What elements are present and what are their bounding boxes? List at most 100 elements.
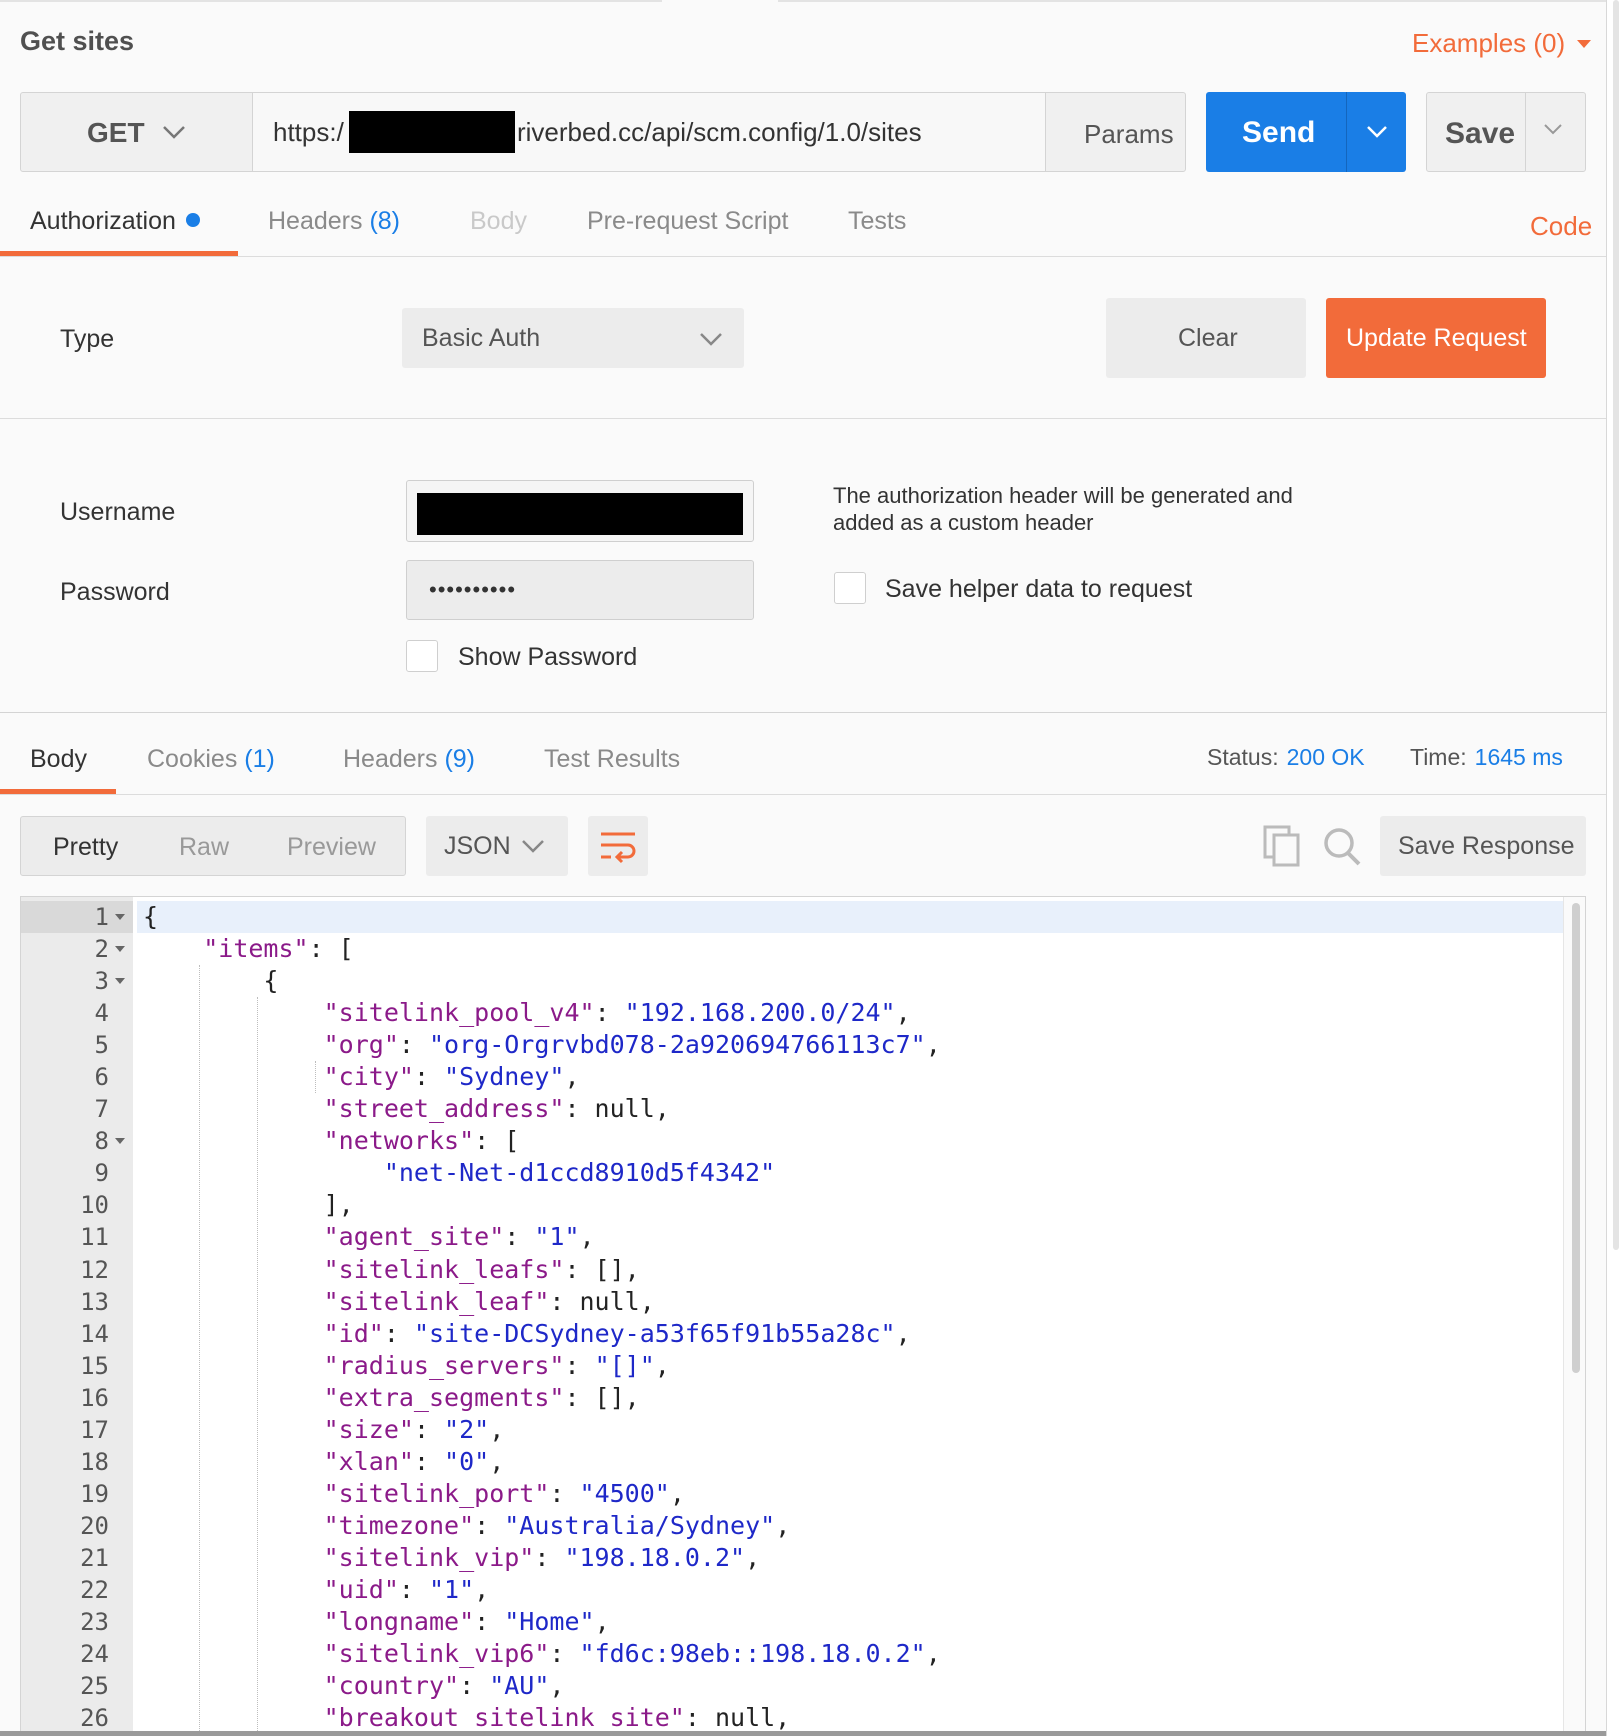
wrap-lines-button[interactable] xyxy=(588,816,648,876)
auth-type-select[interactable]: Basic Auth xyxy=(402,308,744,368)
window-scrollbar[interactable] xyxy=(1606,0,1624,1736)
line-number: 8 xyxy=(94,1127,109,1156)
save-button[interactable]: Save xyxy=(1426,92,1586,172)
password-label: Password xyxy=(60,578,170,606)
line-number: 26 xyxy=(80,1704,109,1733)
search-icon[interactable] xyxy=(1322,824,1362,868)
line-number: 6 xyxy=(94,1063,109,1092)
password-mask: •••••••••• xyxy=(429,577,517,602)
save-response-button[interactable]: Save Response xyxy=(1380,816,1586,876)
tab-headers[interactable]: Headers (8) xyxy=(268,207,400,236)
tab-response-headers[interactable]: Headers (9) xyxy=(343,745,475,774)
auth-type-value: Basic Auth xyxy=(422,324,541,352)
line-number: 20 xyxy=(80,1511,109,1540)
code-text: "items": [ xyxy=(203,934,354,964)
bottom-border xyxy=(0,1731,1606,1736)
line-number: 17 xyxy=(80,1415,109,1444)
code-line: 5 "org": "org-Orgrvbd078-2a920694766113c… xyxy=(21,1029,1585,1061)
chevron-down-icon xyxy=(522,840,544,853)
url-suffix: riverbed.cc/api/scm.config/1.0/sites xyxy=(517,117,922,147)
fold-toggle-icon[interactable] xyxy=(115,914,125,920)
raw-button[interactable]: Raw xyxy=(179,833,229,862)
tab-response-body[interactable]: Body xyxy=(30,745,87,774)
line-number: 22 xyxy=(80,1575,109,1604)
code-text: "radius_servers": "[]", xyxy=(323,1350,670,1380)
tab-authorization[interactable]: Authorization xyxy=(30,207,200,236)
fold-toggle-icon[interactable] xyxy=(115,946,125,953)
tabs-divider xyxy=(0,794,1606,795)
auth-divider xyxy=(0,418,1606,419)
fold-toggle-icon[interactable] xyxy=(115,1138,125,1145)
code-line: 11 "agent_site": "1", xyxy=(21,1221,1585,1253)
line-number: 16 xyxy=(80,1383,109,1412)
line-number: 5 xyxy=(94,1031,109,1060)
type-label: Type xyxy=(60,325,115,353)
chevron-down-icon[interactable] xyxy=(1364,118,1390,144)
window-scroll-thumb[interactable] xyxy=(1613,0,1619,1250)
code-line: 6 "city": "Sydney", xyxy=(21,1061,1585,1093)
save-helper-label: Save helper data to request xyxy=(885,575,1193,603)
code-text: "sitelink_pool_v4": "192.168.200.0/24", xyxy=(323,998,911,1028)
response-body-editor[interactable]: 1{2 "items": [3 {4 "sitelink_pool_v4": "… xyxy=(20,896,1586,1736)
time-label: Time: xyxy=(1410,744,1467,770)
tab-cookies-label: Cookies xyxy=(147,745,238,773)
code-line: 8 "networks": [ xyxy=(21,1125,1585,1157)
code-line: 1{ xyxy=(21,901,1585,933)
save-helper-checkbox[interactable] xyxy=(834,572,866,604)
code-text: "timezone": "Australia/Sydney", xyxy=(323,1510,791,1540)
editor-scroll-thumb[interactable] xyxy=(1572,903,1580,1373)
send-button[interactable]: Send xyxy=(1206,92,1406,172)
preview-button[interactable]: Preview xyxy=(287,833,376,862)
examples-dropdown[interactable]: Examples (0) xyxy=(1412,28,1592,59)
show-password-label: Show Password xyxy=(458,643,638,671)
copy-icon[interactable] xyxy=(1262,824,1302,868)
tab-tests[interactable]: Tests xyxy=(848,207,906,236)
code-line: 20 "timezone": "Australia/Sydney", xyxy=(21,1510,1585,1542)
code-text: "sitelink_vip": "198.18.0.2", xyxy=(323,1542,761,1572)
line-number: 11 xyxy=(80,1223,109,1252)
code-text: "sitelink_leaf": null, xyxy=(323,1286,655,1316)
tabs-divider xyxy=(0,256,1606,257)
pretty-button[interactable]: Pretty xyxy=(53,833,118,862)
tab-body[interactable]: Body xyxy=(470,207,527,236)
status-value: 200 OK xyxy=(1286,744,1365,770)
url-prefix: https:/ xyxy=(273,117,344,147)
code-text: { xyxy=(143,902,159,931)
redaction-box xyxy=(349,111,515,153)
line-number: 24 xyxy=(80,1640,109,1669)
code-text: "networks": [ xyxy=(323,1126,520,1156)
editor-scrollbar[interactable] xyxy=(1563,897,1585,1736)
line-number: 15 xyxy=(80,1351,109,1380)
code-line: 7 "street_address": null, xyxy=(21,1093,1585,1125)
method-select[interactable]: GET xyxy=(21,93,253,171)
auth-note: The authorization header will be generat… xyxy=(833,483,1293,535)
tab-cookies[interactable]: Cookies (1) xyxy=(147,745,275,774)
chevron-down-icon[interactable] xyxy=(1541,117,1565,141)
line-number: 23 xyxy=(80,1608,109,1637)
code-line: 24 "sitelink_vip6": "fd6c:98eb::198.18.0… xyxy=(21,1638,1585,1670)
clear-button[interactable]: Clear xyxy=(1106,298,1306,378)
code-text: ], xyxy=(143,1190,354,1220)
tab-test-results[interactable]: Test Results xyxy=(544,745,680,774)
request-title: Get sites xyxy=(20,26,135,56)
code-text: "net-Net-d1ccd8910d5f4342" xyxy=(383,1158,776,1188)
code-line: 10 ], xyxy=(21,1189,1585,1221)
update-request-button[interactable]: Update Request xyxy=(1326,298,1546,378)
show-password-checkbox[interactable] xyxy=(406,640,438,672)
url-input[interactable]: https:/ riverbed.cc/api/scm.config/1.0/s… xyxy=(253,93,1045,171)
code-text: "xlan": "0", xyxy=(323,1446,505,1476)
params-button[interactable]: Params xyxy=(1045,93,1186,171)
format-select[interactable]: JSON xyxy=(426,816,568,876)
chevron-down-icon xyxy=(700,333,722,346)
tab-prerequest-script[interactable]: Pre-request Script xyxy=(587,207,788,236)
code-line: 18 "xlan": "0", xyxy=(21,1446,1585,1478)
password-field[interactable]: •••••••••• xyxy=(406,560,754,620)
code-link[interactable]: Code xyxy=(1530,211,1592,242)
fold-toggle-icon[interactable] xyxy=(115,978,125,985)
caret-down-icon xyxy=(1577,40,1592,48)
code-line: 23 "longname": "Home", xyxy=(21,1606,1585,1638)
username-field[interactable] xyxy=(406,480,754,542)
code-text: "agent_site": "1", xyxy=(323,1222,595,1252)
tab-response-headers-label: Headers xyxy=(343,745,438,773)
postman-window: Get sites Examples (0) GET https:/ river… xyxy=(0,0,1606,1736)
